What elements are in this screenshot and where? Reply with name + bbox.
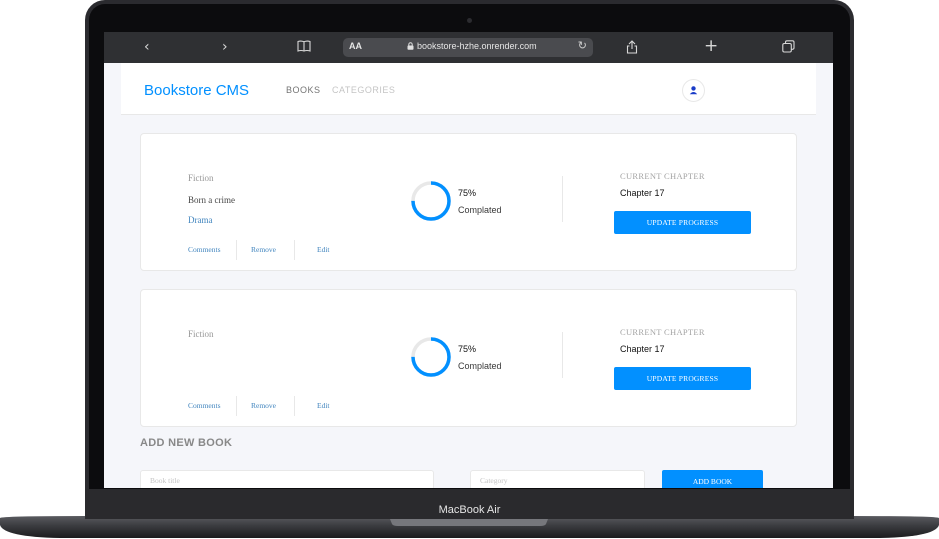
section-divider <box>562 176 563 222</box>
progress-ring <box>411 337 451 377</box>
edit-button[interactable]: Edit <box>317 245 330 254</box>
add-book-button[interactable]: ADD BOOK <box>662 470 763 488</box>
remove-button[interactable]: Remove <box>251 401 276 410</box>
update-progress-button[interactable]: UPDATE PROGRESS <box>614 367 751 390</box>
nav-books-link[interactable]: BOOKS <box>286 85 321 95</box>
book-card: Fiction Comments Remove Edit 75% Complat… <box>140 289 797 427</box>
book-icon[interactable] <box>297 40 311 56</box>
remove-button[interactable]: Remove <box>251 245 276 254</box>
url-text: bookstore-hzhe.onrender.com <box>417 41 537 51</box>
browser-toolbar: ‹ › AA bookstore-hzhe.onrender.com ↻ + <box>104 32 833 63</box>
progress-label: Complated <box>458 361 502 371</box>
lock-icon <box>407 42 414 50</box>
reload-icon[interactable]: ↻ <box>578 39 587 52</box>
divider <box>236 240 237 260</box>
add-book-heading: ADD NEW BOOK <box>140 437 233 449</box>
tabs-icon[interactable] <box>782 40 795 57</box>
comments-button[interactable]: Comments <box>188 401 221 410</box>
current-chapter-label: CURRENT CHAPTER <box>620 327 705 337</box>
category-select[interactable]: Category <box>470 470 645 488</box>
app-header: Bookstore CMS BOOKS CATEGORIES <box>121 63 816 115</box>
device-label: MacBook Air <box>438 504 501 516</box>
divider <box>236 396 237 416</box>
chevron-left-icon[interactable]: ‹ <box>144 39 150 55</box>
user-avatar-button[interactable] <box>682 79 705 102</box>
divider <box>294 240 295 260</box>
current-chapter-value: Chapter 17 <box>620 344 665 354</box>
book-genre: Fiction <box>188 329 214 339</box>
current-chapter-label: CURRENT CHAPTER <box>620 171 705 181</box>
camera <box>467 18 472 23</box>
book-title: Born a crime <box>188 195 235 205</box>
book-genre: Fiction <box>188 173 214 183</box>
book-author[interactable]: Drama <box>188 215 213 225</box>
laptop-screen: ‹ › AA bookstore-hzhe.onrender.com ↻ + B… <box>104 32 833 488</box>
progress-percent: 75% <box>458 188 477 198</box>
bookstore-page: Bookstore CMS BOOKS CATEGORIES Fiction B… <box>104 63 833 488</box>
progress-ring <box>411 181 451 221</box>
address-bar[interactable]: AA bookstore-hzhe.onrender.com ↻ <box>343 38 593 57</box>
divider <box>294 396 295 416</box>
plus-icon[interactable]: + <box>704 38 718 55</box>
user-icon <box>689 86 698 95</box>
progress-percent: 75% <box>458 344 477 354</box>
book-title-input[interactable]: Book title <box>140 470 434 488</box>
progress-label: Complated <box>458 205 502 215</box>
nav-categories-link[interactable]: CATEGORIES <box>332 85 395 95</box>
brand-title[interactable]: Bookstore CMS <box>144 82 249 99</box>
share-icon[interactable] <box>626 40 638 58</box>
current-chapter-value: Chapter 17 <box>620 188 665 198</box>
section-divider <box>562 332 563 378</box>
edit-button[interactable]: Edit <box>317 401 330 410</box>
text-size-button[interactable]: AA <box>349 41 362 51</box>
comments-button[interactable]: Comments <box>188 245 221 254</box>
book-card: Fiction Born a crime Drama Comments Remo… <box>140 133 797 271</box>
update-progress-button[interactable]: UPDATE PROGRESS <box>614 211 751 234</box>
chevron-right-icon[interactable]: › <box>222 39 228 55</box>
